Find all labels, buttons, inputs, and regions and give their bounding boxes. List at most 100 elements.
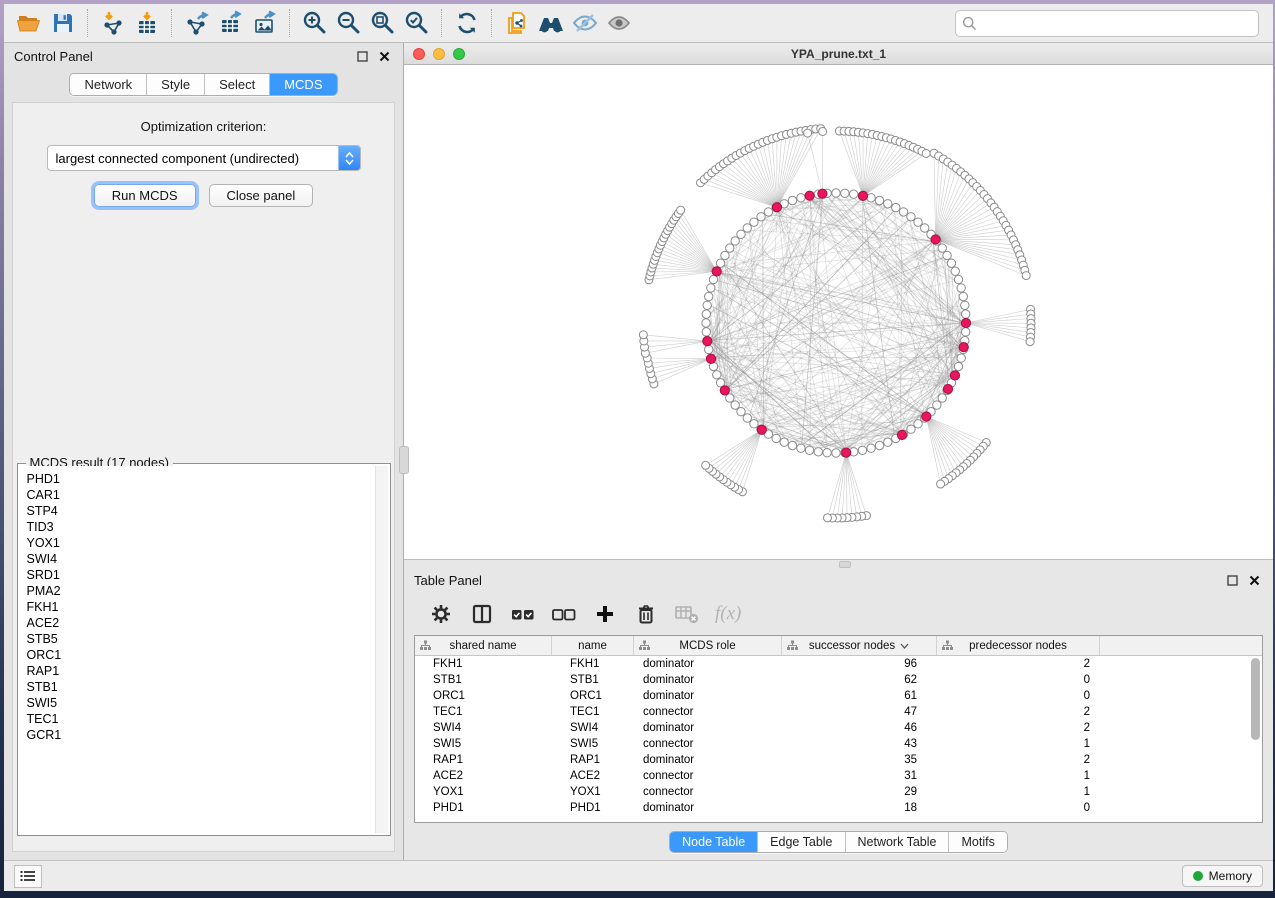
search-input[interactable]: [977, 15, 1252, 31]
mcds-network-node[interactable]: [922, 412, 931, 421]
network-node[interactable]: [709, 275, 717, 283]
network-canvas[interactable]: [404, 65, 1273, 559]
mcds-result-item[interactable]: FKH1: [27, 599, 388, 615]
network-node[interactable]: [702, 319, 710, 327]
table-settings-button[interactable]: [428, 601, 454, 627]
network-node[interactable]: [957, 354, 965, 362]
table-cell[interactable]: 43: [782, 736, 937, 752]
mcds-network-node[interactable]: [712, 267, 721, 276]
network-node[interactable]: [721, 251, 729, 259]
table-cell[interactable]: ORC1: [415, 688, 552, 704]
table-row[interactable]: FKH1FKH1dominator962: [415, 656, 1262, 672]
table-cell[interactable]: dominator: [634, 800, 782, 816]
mcds-network-node[interactable]: [897, 430, 906, 439]
show-all-button[interactable]: [602, 7, 636, 39]
mcds-result-item[interactable]: ACE2: [27, 615, 388, 631]
network-leaf-node[interactable]: [922, 149, 930, 157]
table-cell[interactable]: RAP1: [415, 752, 552, 768]
memory-button[interactable]: Memory: [1182, 865, 1263, 887]
table-cell[interactable]: YOX1: [552, 784, 634, 800]
network-leaf-node[interactable]: [823, 514, 831, 522]
network-node[interactable]: [951, 267, 959, 275]
run-mcds-button[interactable]: Run MCDS: [94, 184, 196, 207]
mcds-result-item[interactable]: STP4: [27, 503, 388, 519]
mcds-list-scrollbar[interactable]: [375, 466, 388, 833]
table-tab-edge-table[interactable]: Edge Table: [758, 832, 845, 852]
network-node[interactable]: [892, 203, 900, 211]
table-tab-node-table[interactable]: Node Table: [670, 832, 758, 852]
network-node[interactable]: [743, 224, 751, 232]
network-node[interactable]: [705, 292, 713, 300]
network-node[interactable]: [702, 328, 710, 336]
network-node[interactable]: [705, 345, 713, 353]
table-row[interactable]: SWI4SWI4dominator462: [415, 720, 1262, 736]
table-row[interactable]: TEC1TEC1connector472: [415, 704, 1262, 720]
table-row[interactable]: PHD1PHD1dominator180: [415, 800, 1262, 816]
mcds-network-node[interactable]: [703, 336, 712, 345]
table-cell[interactable]: RAP1: [552, 752, 634, 768]
network-node[interactable]: [938, 244, 946, 252]
table-cell[interactable]: 0: [937, 688, 1100, 704]
network-node[interactable]: [954, 275, 962, 283]
column-header-MCDS-role[interactable]: MCDS role: [634, 636, 782, 655]
table-cell[interactable]: PHD1: [552, 800, 634, 816]
mcds-result-item[interactable]: SRD1: [27, 567, 388, 583]
table-cell[interactable]: 2: [937, 720, 1100, 736]
table-cell[interactable]: 29: [782, 784, 937, 800]
search-box[interactable]: [955, 10, 1259, 37]
network-node[interactable]: [961, 301, 969, 309]
import-table-button[interactable]: [130, 7, 164, 39]
mcds-network-node[interactable]: [943, 384, 952, 393]
network-node[interactable]: [750, 420, 758, 428]
network-node[interactable]: [788, 441, 796, 449]
table-cell[interactable]: connector: [634, 736, 782, 752]
add-row-button[interactable]: [592, 601, 618, 627]
network-node[interactable]: [737, 230, 745, 238]
table-cell[interactable]: SWI5: [552, 736, 634, 752]
mcds-result-item[interactable]: STB5: [27, 631, 388, 647]
table-cell[interactable]: 61: [782, 688, 937, 704]
delete-rows-button[interactable]: [633, 601, 659, 627]
mcds-network-node[interactable]: [961, 318, 970, 327]
mcds-result-item[interactable]: RAP1: [27, 663, 388, 679]
vertical-splitter-handle[interactable]: [399, 446, 409, 474]
network-node[interactable]: [961, 310, 969, 318]
network-node[interactable]: [858, 446, 866, 454]
mcds-result-item[interactable]: PMA2: [27, 583, 388, 599]
network-node[interactable]: [805, 446, 813, 454]
table-cell[interactable]: 2: [937, 704, 1100, 720]
table-cell[interactable]: ORC1: [552, 688, 634, 704]
mcds-result-item[interactable]: PHD1: [27, 471, 388, 487]
network-node[interactable]: [884, 200, 892, 208]
network-node[interactable]: [875, 196, 883, 204]
export-table-button[interactable]: [214, 7, 248, 39]
mcds-network-node[interactable]: [931, 235, 940, 244]
network-node[interactable]: [907, 213, 915, 221]
table-cell[interactable]: ACE2: [552, 768, 634, 784]
table-row[interactable]: RAP1RAP1dominator352: [415, 752, 1262, 768]
close-panel-icon[interactable]: [1245, 571, 1263, 589]
network-node[interactable]: [703, 301, 711, 309]
table-cell[interactable]: 47: [782, 704, 937, 720]
network-node[interactable]: [943, 251, 951, 259]
open-file-button[interactable]: [12, 7, 46, 39]
table-cell[interactable]: SWI5: [415, 736, 552, 752]
network-node[interactable]: [850, 190, 858, 198]
mcds-result-item[interactable]: GCR1: [27, 727, 388, 743]
table-cell[interactable]: connector: [634, 784, 782, 800]
network-node[interactable]: [772, 434, 780, 442]
table-cell[interactable]: ACE2: [415, 768, 552, 784]
network-node[interactable]: [797, 444, 805, 452]
table-cell[interactable]: STB1: [552, 672, 634, 688]
mcds-result-item[interactable]: SWI4: [27, 551, 388, 567]
table-tab-motifs[interactable]: Motifs: [949, 832, 1006, 852]
hide-selected-button[interactable]: [568, 7, 602, 39]
network-node[interactable]: [823, 448, 831, 456]
mcds-result-item[interactable]: TID3: [27, 519, 388, 535]
network-leaf-node[interactable]: [1022, 272, 1030, 280]
mcds-result-item[interactable]: STB1: [27, 679, 388, 695]
table-cell[interactable]: YOX1: [415, 784, 552, 800]
table-cell[interactable]: FKH1: [415, 656, 552, 672]
mcds-result-item[interactable]: TEC1: [27, 711, 388, 727]
network-node[interactable]: [716, 259, 724, 267]
